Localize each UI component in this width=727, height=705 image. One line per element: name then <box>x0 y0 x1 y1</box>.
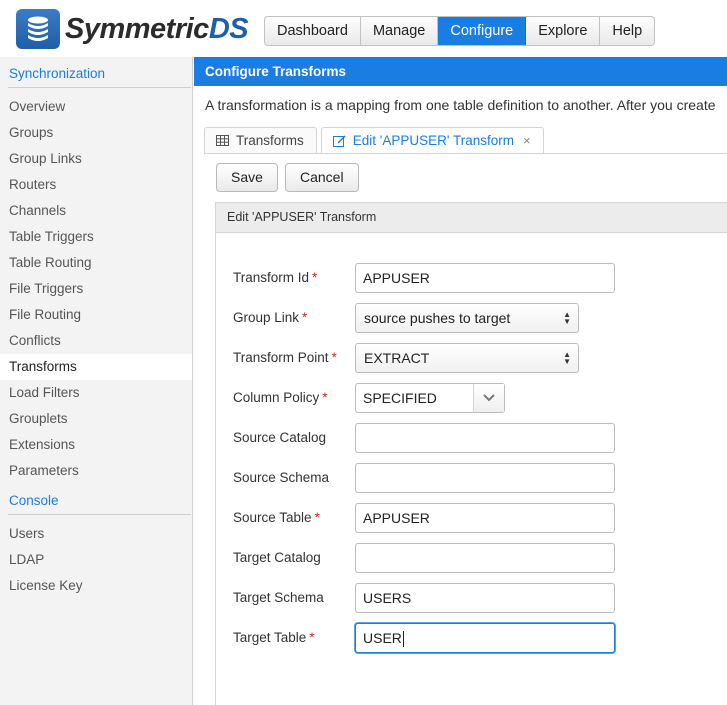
nav-manage[interactable]: Manage <box>361 17 439 45</box>
sidebar-item-extensions[interactable]: Extensions <box>0 432 192 458</box>
page-description: A transformation is a mapping from one t… <box>205 97 716 113</box>
select-arrows-icon: ▲ ▼ <box>563 350 571 366</box>
transform-id-label: Transform Id * <box>233 270 318 285</box>
form-row-column-policy: Column Policy * SPECIFIED <box>216 383 727 413</box>
sidebar-item-grouplets[interactable]: Grouplets <box>0 406 192 432</box>
sidebar-item-parameters[interactable]: Parameters <box>0 458 192 484</box>
form-row-target-catalog: Target Catalog <box>216 543 727 573</box>
sidebar-divider <box>8 87 191 88</box>
form-row-source-table: Source Table * APPUSER <box>216 503 727 533</box>
target-table-input[interactable]: USER <box>355 623 615 653</box>
sidebar-item-overview[interactable]: Overview <box>0 94 192 120</box>
tab-transforms[interactable]: Transforms <box>204 127 317 153</box>
top-navigation: Dashboard Manage Configure Explore Help <box>264 16 656 46</box>
sidebar-item-group-links[interactable]: Group Links <box>0 146 192 172</box>
transform-point-select[interactable]: EXTRACT ▲ ▼ <box>355 343 579 373</box>
group-link-label: Group Link * <box>233 310 308 325</box>
main-content: Configure Transforms A transformation is… <box>194 57 727 705</box>
database-stack-icon <box>16 9 60 49</box>
sidebar: Synchronization Overview Groups Group Li… <box>0 57 193 705</box>
text-cursor <box>402 631 404 648</box>
column-policy-label: Column Policy * <box>233 390 328 405</box>
form-row-source-catalog: Source Catalog <box>216 423 727 453</box>
chevron-down-icon[interactable] <box>473 384 504 412</box>
tab-bar: Transforms Edit 'APPUSER' Transform × <box>204 127 548 153</box>
source-schema-label: Source Schema <box>233 470 330 485</box>
sidebar-item-channels[interactable]: Channels <box>0 198 192 224</box>
sidebar-item-conflicts[interactable]: Conflicts <box>0 328 192 354</box>
form-row-source-schema: Source Schema <box>216 463 727 493</box>
sidebar-item-file-triggers[interactable]: File Triggers <box>0 276 192 302</box>
sidebar-item-transforms[interactable]: Transforms <box>0 354 192 380</box>
sidebar-item-table-triggers[interactable]: Table Triggers <box>0 224 192 250</box>
nav-explore[interactable]: Explore <box>526 17 601 45</box>
transform-point-value: EXTRACT <box>364 350 430 366</box>
sidebar-item-groups[interactable]: Groups <box>0 120 192 146</box>
source-schema-input[interactable] <box>355 463 615 493</box>
tab-edit-transform[interactable]: Edit 'APPUSER' Transform × <box>320 127 544 153</box>
target-catalog-input[interactable] <box>355 543 615 573</box>
target-schema-label: Target Schema <box>233 590 324 605</box>
tab-underline <box>204 153 727 154</box>
group-link-select[interactable]: source pushes to target ▲ ▼ <box>355 303 579 333</box>
sidebar-item-file-routing[interactable]: File Routing <box>0 302 192 328</box>
table-icon <box>216 135 229 146</box>
nav-dashboard[interactable]: Dashboard <box>265 17 361 45</box>
sidebar-item-users[interactable]: Users <box>0 521 192 547</box>
cancel-button[interactable]: Cancel <box>285 163 359 192</box>
target-table-label: Target Table * <box>233 630 315 645</box>
app-logo: SymmetricDS <box>16 9 249 49</box>
target-schema-input[interactable]: USERS <box>355 583 615 613</box>
source-table-label: Source Table * <box>233 510 320 525</box>
nav-configure[interactable]: Configure <box>438 17 527 45</box>
tab-edit-transform-label: Edit 'APPUSER' Transform <box>352 133 514 148</box>
sidebar-section-synchronization[interactable]: Synchronization <box>0 57 192 87</box>
group-link-value: source pushes to target <box>364 310 511 326</box>
close-icon[interactable]: × <box>523 133 531 148</box>
save-button[interactable]: Save <box>216 163 278 192</box>
sidebar-item-license-key[interactable]: License Key <box>0 573 192 599</box>
target-catalog-label: Target Catalog <box>233 550 321 565</box>
select-arrows-icon: ▲ ▼ <box>563 310 571 326</box>
source-table-input[interactable]: APPUSER <box>355 503 615 533</box>
nav-help[interactable]: Help <box>600 17 654 45</box>
form-row-transform-id: Transform Id * APPUSER <box>216 263 727 293</box>
app-header: SymmetricDS Dashboard Manage Configure E… <box>0 0 727 57</box>
edit-icon <box>332 134 346 147</box>
panel-title: Edit 'APPUSER' Transform <box>216 203 727 233</box>
transform-point-label: Transform Point * <box>233 350 337 365</box>
column-policy-value: SPECIFIED <box>363 390 437 406</box>
column-policy-combobox[interactable]: SPECIFIED <box>355 383 505 413</box>
source-catalog-label: Source Catalog <box>233 430 327 445</box>
app-logo-text: SymmetricDS <box>65 12 249 45</box>
sidebar-divider <box>8 514 191 515</box>
form-row-transform-point: Transform Point * EXTRACT ▲ ▼ <box>216 343 727 373</box>
page-title: Configure Transforms <box>194 57 727 86</box>
edit-transform-panel: Edit 'APPUSER' Transform Transform Id * A… <box>215 202 727 705</box>
tab-transforms-label: Transforms <box>236 133 304 148</box>
sidebar-item-table-routing[interactable]: Table Routing <box>0 250 192 276</box>
form-row-target-schema: Target Schema USERS <box>216 583 727 613</box>
sidebar-section-console[interactable]: Console <box>0 488 192 514</box>
transform-id-input[interactable]: APPUSER <box>355 263 615 293</box>
sidebar-item-routers[interactable]: Routers <box>0 172 192 198</box>
form-row-target-table: Target Table * USER <box>216 623 727 653</box>
form-row-group-link: Group Link * source pushes to target ▲ ▼ <box>216 303 727 333</box>
sidebar-item-load-filters[interactable]: Load Filters <box>0 380 192 406</box>
target-table-value: USER <box>363 630 402 646</box>
source-catalog-input[interactable] <box>355 423 615 453</box>
sidebar-item-ldap[interactable]: LDAP <box>0 547 192 573</box>
